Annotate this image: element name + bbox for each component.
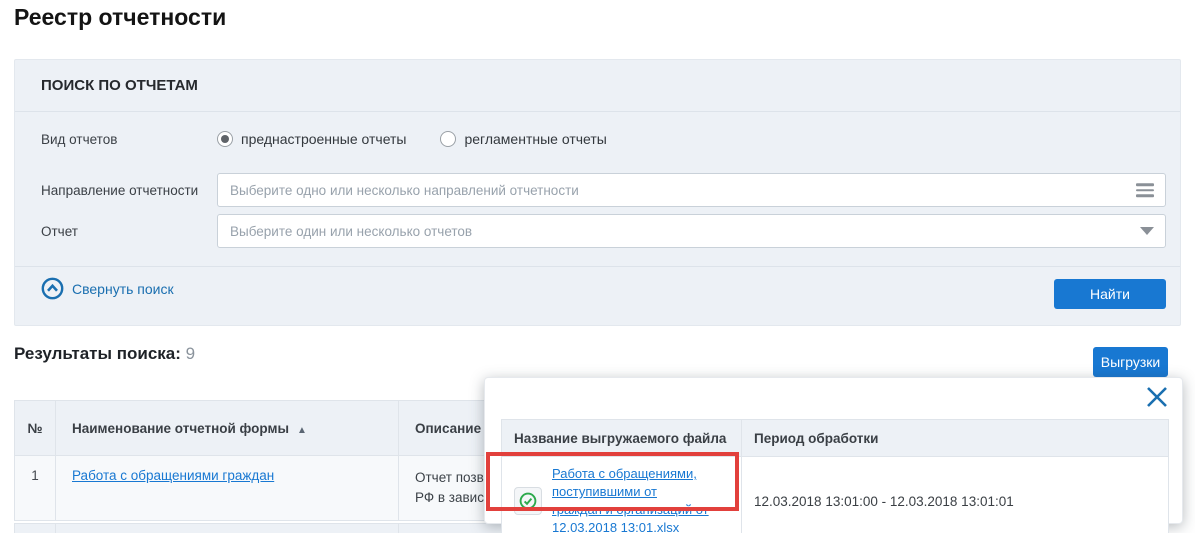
page-title: Реестр отчетности: [14, 4, 226, 31]
results-count: 9: [186, 344, 195, 363]
list-icon[interactable]: [1136, 183, 1154, 197]
search-panel-title: ПОИСК ПО ОТЧЕТАМ: [41, 77, 198, 94]
downloads-table-header-row: Название выгружаемого файла Период обраб…: [502, 420, 1169, 457]
direction-row: Направление отчетности: [41, 173, 1166, 207]
downloads-popup: Название выгружаемого файла Период обраб…: [484, 377, 1183, 524]
sort-asc-triangle-icon[interactable]: ▲: [297, 425, 307, 436]
downloads-table-row: Работа с обращениями, поступившими от гр…: [502, 457, 1169, 533]
report-kind-radio-group: преднастроенные отчеты регламентные отче…: [217, 131, 607, 147]
page: Реестр отчетности ПОИСК ПО ОТЧЕТАМ Вид о…: [0, 0, 1195, 533]
radio-unselected-icon[interactable]: [440, 131, 456, 147]
col-header-name[interactable]: Наименование отчетной формы▲: [56, 401, 399, 456]
search-panel: ПОИСК ПО ОТЧЕТАМ Вид отчетов преднастрое…: [14, 59, 1181, 326]
results-label: Результаты поиска:: [14, 344, 181, 363]
report-kind-label: Вид отчетов: [41, 132, 205, 147]
radio-regulated-reports[interactable]: регламентные отчеты: [440, 131, 606, 147]
report-row: Отчет: [41, 214, 1166, 248]
check-circle-icon: [519, 492, 537, 510]
radio-preset-reports[interactable]: преднастроенные отчеты: [217, 131, 406, 147]
file-cell: Работа с обращениями, поступившими от гр…: [502, 457, 742, 533]
radio-selected-icon[interactable]: [217, 131, 233, 147]
results-summary: Результаты поиска: 9: [14, 344, 195, 364]
col-header-file-name: Название выгружаемого файла: [502, 420, 742, 457]
check-circle-button[interactable]: [514, 487, 542, 515]
report-input-wrap: [217, 214, 1166, 248]
panel-divider: [15, 266, 1180, 267]
search-panel-header: ПОИСК ПО ОТЧЕТАМ: [15, 60, 1180, 112]
radio-regulated-reports-label: регламентные отчеты: [464, 131, 606, 147]
col-header-num: №: [15, 401, 56, 456]
report-form-link[interactable]: Работа с обращениями граждан: [72, 468, 274, 483]
collapse-search-link[interactable]: Свернуть поиск: [41, 277, 174, 300]
direction-label: Направление отчетности: [41, 183, 205, 198]
processing-period: 12.03.2018 13:01:00 - 12.03.2018 13:01:0…: [754, 494, 1014, 509]
close-icon[interactable]: [1144, 384, 1170, 410]
chevron-up-circle-icon: [41, 277, 64, 300]
report-input[interactable]: [217, 214, 1166, 248]
report-kind-row: Вид отчетов преднастроенные отчеты регла…: [41, 122, 1166, 156]
radio-preset-reports-label: преднастроенные отчеты: [241, 131, 406, 147]
period-cell: 12.03.2018 13:01:00 - 12.03.2018 13:01:0…: [742, 457, 1169, 533]
row-name-cell: Работа с обращениями граждан: [56, 456, 399, 521]
direction-input[interactable]: [217, 173, 1166, 207]
downloads-button[interactable]: Выгрузки: [1093, 347, 1168, 377]
download-file-link[interactable]: Работа с обращениями, поступившими от гр…: [552, 465, 729, 533]
direction-input-wrap: [217, 173, 1166, 207]
chevron-down-icon[interactable]: [1140, 227, 1154, 235]
find-button[interactable]: Найти: [1054, 279, 1166, 309]
report-label: Отчет: [41, 224, 205, 239]
collapse-search-label: Свернуть поиск: [72, 281, 174, 297]
downloads-table: Название выгружаемого файла Период обраб…: [501, 419, 1169, 533]
col-header-period: Период обработки: [742, 420, 1169, 457]
row-num: 1: [15, 456, 56, 521]
